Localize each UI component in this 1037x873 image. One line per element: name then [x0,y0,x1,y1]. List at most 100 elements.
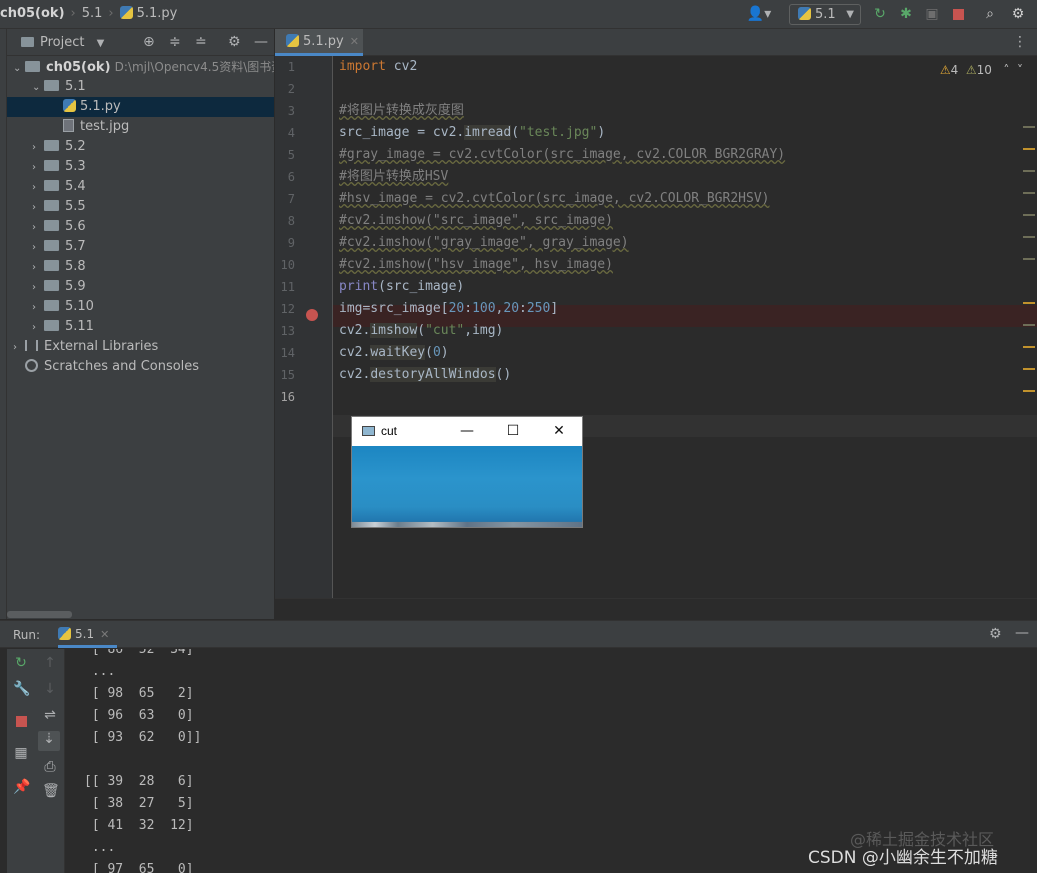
tree-item[interactable]: › 5.6 [7,217,274,237]
opencv-cut-window[interactable]: cut — ☐ ✕ [352,417,582,527]
trash-icon[interactable]: 🗑 [42,783,60,799]
editor-tab-5-1-py[interactable]: 5.1.py ✕ [275,29,363,56]
search-icon[interactable]: ⌕ [982,6,998,22]
expand-all-icon[interactable]: ≑ [169,34,181,50]
tree-item[interactable]: › 5.8 [7,257,274,277]
tree-item[interactable]: › 5.4 [7,177,274,197]
editor-horizontal-scroll-area[interactable] [275,598,1037,619]
chevron-down-icon[interactable]: ⌄ [13,59,25,77]
tree-item[interactable]: › 5.10 [7,297,274,317]
error-stripe-mark[interactable] [1023,302,1035,304]
error-stripe-mark[interactable] [1023,126,1035,128]
error-stripe-mark[interactable] [1023,324,1035,326]
chevron-right-icon[interactable]: › [13,338,25,357]
tree-item[interactable]: › 5.3 [7,157,274,177]
arrow-up-icon[interactable]: ↑ [42,655,58,671]
tree-item[interactable]: test.jpg [7,117,274,137]
tree-item[interactable]: › 5.5 [7,197,274,217]
chevron-right-icon[interactable]: › [32,298,44,317]
arrow-down-icon[interactable]: ↓ [42,681,58,697]
stop-icon[interactable] [950,6,966,22]
tree-item[interactable]: ⌄ ch05(ok) D:\mjl\Opencv4.5资料\图书资 [7,57,274,77]
breakpoint-icon[interactable] [306,309,318,321]
line-number: 7 [287,192,295,206]
chevron-right-icon[interactable]: › [32,158,44,177]
minimize-icon[interactable]: — [457,421,477,441]
rerun-icon[interactable]: ↻ [13,655,29,671]
vcs-user-icon[interactable]: 👤▾ [746,6,772,22]
maximize-icon[interactable]: ☐ [503,421,523,441]
run-configuration-select[interactable]: 5.1 ▼ [789,4,861,25]
tree-item[interactable]: › External Libraries [7,337,274,357]
code-line: #gray_image = cv2.cvtColor(src_image, cv… [339,147,786,162]
chevron-right-icon[interactable]: › [32,198,44,217]
error-stripe-mark[interactable] [1023,170,1035,172]
tree-item[interactable]: 5.1.py [7,97,274,117]
chevron-down-icon[interactable]: ˅ [1017,63,1023,77]
hide-panel-icon[interactable]: — [254,34,268,50]
warning-count: 4 [950,63,959,77]
soft-wrap-icon[interactable]: ⇌ [42,707,58,723]
run-coverage-icon[interactable]: ▣ [924,6,940,22]
chevron-right-icon[interactable]: › [32,278,44,297]
error-stripe-mark[interactable] [1023,346,1035,348]
chevron-up-icon[interactable]: ˄ [1003,63,1009,77]
print-icon[interactable]: ⎙ [42,759,58,775]
close-tab-icon[interactable]: ✕ [350,35,359,48]
folder-icon [44,200,59,211]
debug-icon[interactable]: ✱ [898,6,914,22]
scroll-to-end-icon[interactable]: ⇣ [38,731,60,751]
layout-icon[interactable]: ▦ [13,745,29,761]
error-stripe-mark[interactable] [1023,148,1035,150]
chevron-right-icon[interactable]: › [32,178,44,197]
breadcrumb-folder[interactable]: 5.1 [82,6,103,21]
code-line: print(src_image) [339,279,465,294]
rerun-icon[interactable]: ↻ [872,6,888,22]
tree-item-label: 5.8 [65,259,86,274]
folder-icon [44,300,59,311]
tree-item[interactable]: ⌄ 5.1 [7,77,274,97]
folder-icon [44,160,59,171]
chevron-right-icon[interactable]: › [32,138,44,157]
breadcrumb-project[interactable]: ch05(ok) [0,6,65,21]
wrench-icon[interactable]: 🔧 [13,681,30,697]
breadcrumb-file[interactable]: 5.1.py [137,6,178,21]
inspection-widget[interactable]: ⚠4 ⚠10 ˄ ˅ [940,63,1023,77]
chevron-right-icon[interactable]: › [32,218,44,237]
error-stripe-mark[interactable] [1023,258,1035,260]
tree-item-path: D:\mjl\Opencv4.5资料\图书资 [114,60,274,74]
pin-icon[interactable]: 📌 [13,779,30,795]
error-stripe-mark[interactable] [1023,214,1035,216]
options-gear-icon[interactable]: ⚙ [228,34,241,50]
tree-item[interactable]: › 5.11 [7,317,274,337]
close-icon[interactable]: ✕ [549,421,569,441]
chevron-down-icon[interactable]: ⌄ [32,78,44,97]
chevron-right-icon[interactable]: › [32,258,44,277]
hide-panel-icon[interactable]: — [1015,625,1029,641]
tree-item[interactable]: › 5.7 [7,237,274,257]
line-number: 15 [280,368,295,382]
run-settings-gear-icon[interactable]: ⚙ [989,626,1002,642]
project-view-select[interactable]: Project ▼ [21,35,104,50]
settings-gear-icon[interactable]: ⚙ [1010,6,1026,22]
tree-item[interactable]: Scratches and Consoles [7,357,274,377]
error-stripe-mark[interactable] [1023,368,1035,370]
stop-icon[interactable] [13,713,29,729]
more-vertical-icon[interactable]: ⋮ [1013,34,1027,50]
run-tab-label: 5.1 [75,627,95,641]
error-stripe-mark[interactable] [1023,390,1035,392]
cv-window-titlebar[interactable]: cut — ☐ ✕ [352,417,582,446]
run-tab-5-1[interactable]: 5.1 ✕ [58,621,118,648]
tree-item[interactable]: › 5.2 [7,137,274,157]
chevron-right-icon[interactable]: › [32,318,44,337]
chevron-right-icon[interactable]: › [32,238,44,257]
error-stripe-mark[interactable] [1023,192,1035,194]
error-stripe-mark[interactable] [1023,236,1035,238]
close-tab-icon[interactable]: ✕ [100,628,109,641]
tree-item[interactable]: › 5.9 [7,277,274,297]
line-number: 6 [287,170,295,184]
collapse-all-icon[interactable]: ≐ [195,34,207,50]
locate-target-icon[interactable]: ⊕ [143,34,155,50]
horizontal-scrollbar[interactable] [7,611,72,618]
project-title: Project [40,35,85,50]
